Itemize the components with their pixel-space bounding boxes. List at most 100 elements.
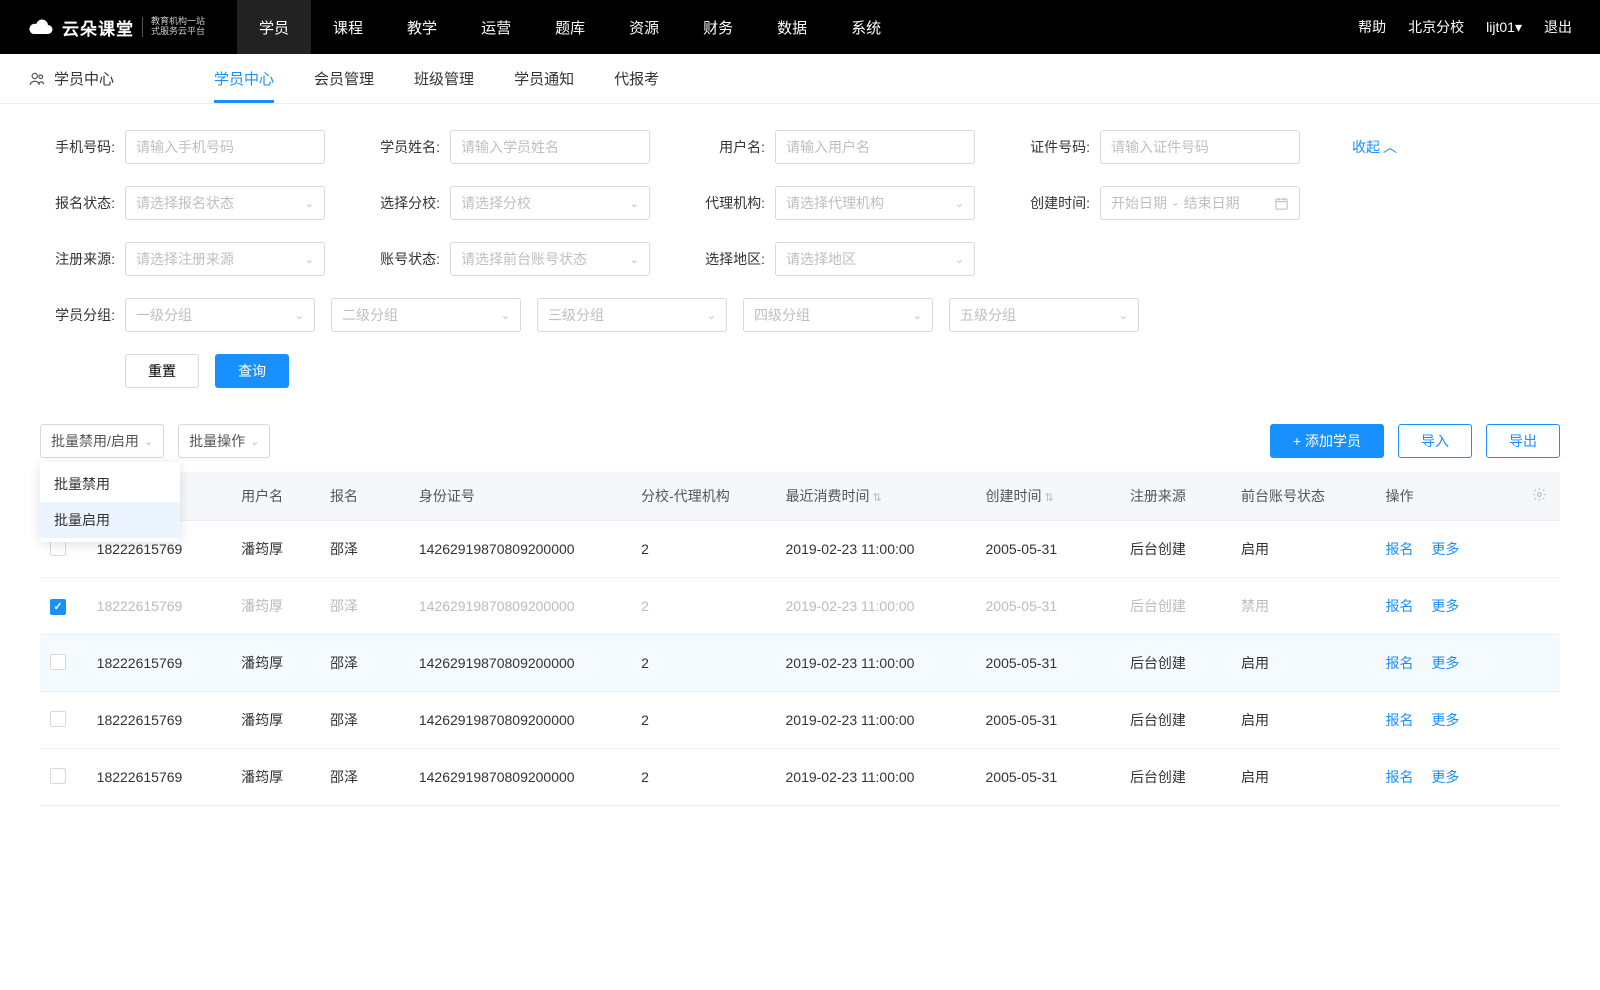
reset-button[interactable]: 重置: [125, 354, 199, 388]
username-label: 用户名: [690, 137, 765, 157]
subnav-tab[interactable]: 学员通知: [514, 54, 574, 103]
cell-phone: 18222615769: [87, 692, 231, 749]
branch-select[interactable]: 请选择分校⌄: [450, 186, 650, 220]
enroll-status-label: 报名状态: [40, 193, 115, 213]
col-created[interactable]: 创建时间⇅: [976, 472, 1120, 521]
cell-ops: 报名 更多: [1375, 692, 1519, 749]
cell-source: 后台创建: [1120, 635, 1231, 692]
row-checkbox[interactable]: [50, 768, 66, 784]
calendar-icon: [1274, 196, 1289, 211]
row-more-link[interactable]: 更多: [1431, 541, 1459, 557]
cell-last-spend: 2019-02-23 11:00:00: [776, 521, 976, 578]
row-enroll-link[interactable]: 报名: [1385, 655, 1413, 671]
table-row: 18222615769 潘筠厚 邵泽 14262919870809200000 …: [40, 578, 1560, 635]
group-2-select[interactable]: 二级分组⌄: [331, 298, 521, 332]
cell-enroll: 邵泽: [320, 635, 409, 692]
cell-source: 后台创建: [1120, 578, 1231, 635]
cell-last-spend: 2019-02-23 11:00:00: [776, 635, 976, 692]
group-4-select[interactable]: 四级分组⌄: [743, 298, 933, 332]
cell-created: 2005-05-31: [976, 521, 1120, 578]
row-enroll-link[interactable]: 报名: [1385, 598, 1413, 614]
topnav-item[interactable]: 运营: [459, 0, 533, 54]
idno-input[interactable]: [1100, 130, 1300, 164]
created-range[interactable]: 开始日期 - 结束日期: [1100, 186, 1300, 220]
import-button[interactable]: 导入: [1398, 424, 1472, 458]
subnav-tab[interactable]: 代报考: [614, 54, 659, 103]
chevron-down-icon: ⌄: [144, 435, 153, 448]
cell-status: 禁用: [1231, 578, 1375, 635]
topnav-item[interactable]: 财务: [681, 0, 755, 54]
name-input[interactable]: [450, 130, 650, 164]
topnav-item[interactable]: 题库: [533, 0, 607, 54]
col-last-spend[interactable]: 最近消费时间⇅: [776, 472, 976, 521]
cell-idno: 14262919870809200000: [409, 635, 631, 692]
chevron-down-icon: ⌄: [295, 309, 304, 322]
group-3-select[interactable]: 三级分组⌄: [537, 298, 727, 332]
export-button[interactable]: 导出: [1486, 424, 1560, 458]
topnav-item[interactable]: 系统: [829, 0, 903, 54]
cell-idno: 14262919870809200000: [409, 521, 631, 578]
cell-enroll: 邵泽: [320, 692, 409, 749]
bulk-disable-item[interactable]: 批量禁用: [40, 466, 180, 502]
bulk-ops-dropdown[interactable]: 批量操作⌄: [178, 424, 270, 458]
subnav-tab[interactable]: 班级管理: [414, 54, 474, 103]
table-settings[interactable]: [1520, 472, 1560, 521]
username-input[interactable]: [775, 130, 975, 164]
created-label: 创建时间: [1015, 193, 1090, 213]
row-more-link[interactable]: 更多: [1431, 769, 1459, 785]
acct-status-select[interactable]: 请选择前台账号状态⌄: [450, 242, 650, 276]
cell-ops: 报名 更多: [1375, 749, 1519, 806]
branch-link[interactable]: 北京分校: [1408, 17, 1464, 37]
subnav-tab[interactable]: 会员管理: [314, 54, 374, 103]
acct-status-label: 账号状态: [365, 249, 440, 269]
logout-link[interactable]: 退出: [1544, 17, 1572, 37]
cell-phone: 18222615769: [87, 635, 231, 692]
topnav-item[interactable]: 教学: [385, 0, 459, 54]
row-enroll-link[interactable]: 报名: [1385, 541, 1413, 557]
agent-label: 代理机构: [690, 193, 765, 213]
row-checkbox[interactable]: [50, 654, 66, 670]
chevron-down-icon: ⌄: [630, 253, 639, 266]
group-1-select[interactable]: 一级分组⌄: [125, 298, 315, 332]
region-select[interactable]: 请选择地区⌄: [775, 242, 975, 276]
row-checkbox[interactable]: [50, 599, 66, 615]
add-student-button[interactable]: + 添加学员: [1270, 424, 1384, 458]
col-acct-status: 前台账号状态: [1231, 472, 1375, 521]
col-source: 注册来源: [1120, 472, 1231, 521]
gear-icon: [1532, 487, 1547, 502]
bulk-enable-item[interactable]: 批量启用: [40, 502, 180, 538]
col-enroll: 报名: [320, 472, 409, 521]
chevron-up-icon: ︿: [1383, 137, 1397, 157]
cell-idno: 14262919870809200000: [409, 749, 631, 806]
collapse-toggle[interactable]: 收起︿: [1352, 137, 1397, 157]
row-checkbox[interactable]: [50, 711, 66, 727]
cell-idno: 14262919870809200000: [409, 578, 631, 635]
chevron-down-icon: ⌄: [501, 309, 510, 322]
subnav-tab[interactable]: 学员中心: [214, 54, 274, 103]
cell-source: 后台创建: [1120, 749, 1231, 806]
cell-created: 2005-05-31: [976, 635, 1120, 692]
row-more-link[interactable]: 更多: [1431, 598, 1459, 614]
row-enroll-link[interactable]: 报名: [1385, 769, 1413, 785]
phone-input[interactable]: [125, 130, 325, 164]
row-more-link[interactable]: 更多: [1431, 655, 1459, 671]
table-row: 18222615769 潘筠厚 邵泽 14262919870809200000 …: [40, 635, 1560, 692]
bulk-toggle-menu: 批量禁用 批量启用: [40, 462, 180, 542]
topnav-item[interactable]: 学员: [237, 0, 311, 54]
topnav-item[interactable]: 课程: [311, 0, 385, 54]
bulk-toggle-dropdown[interactable]: 批量禁用/启用⌄: [40, 424, 164, 458]
logo[interactable]: 云朵课堂 教育机构一站 式服务云平台: [28, 15, 205, 40]
topnav-item[interactable]: 资源: [607, 0, 681, 54]
agent-select[interactable]: 请选择代理机构⌄: [775, 186, 975, 220]
help-link[interactable]: 帮助: [1358, 17, 1386, 37]
row-enroll-link[interactable]: 报名: [1385, 712, 1413, 728]
query-button[interactable]: 查询: [215, 354, 289, 388]
enroll-status-select[interactable]: 请选择报名状态⌄: [125, 186, 325, 220]
row-more-link[interactable]: 更多: [1431, 712, 1459, 728]
group-label: 学员分组: [40, 305, 115, 325]
group-5-select[interactable]: 五级分组⌄: [949, 298, 1139, 332]
chevron-down-icon: ⌄: [305, 197, 314, 210]
source-select[interactable]: 请选择注册来源⌄: [125, 242, 325, 276]
topnav-item[interactable]: 数据: [755, 0, 829, 54]
user-menu[interactable]: lijt01▾: [1486, 19, 1522, 36]
